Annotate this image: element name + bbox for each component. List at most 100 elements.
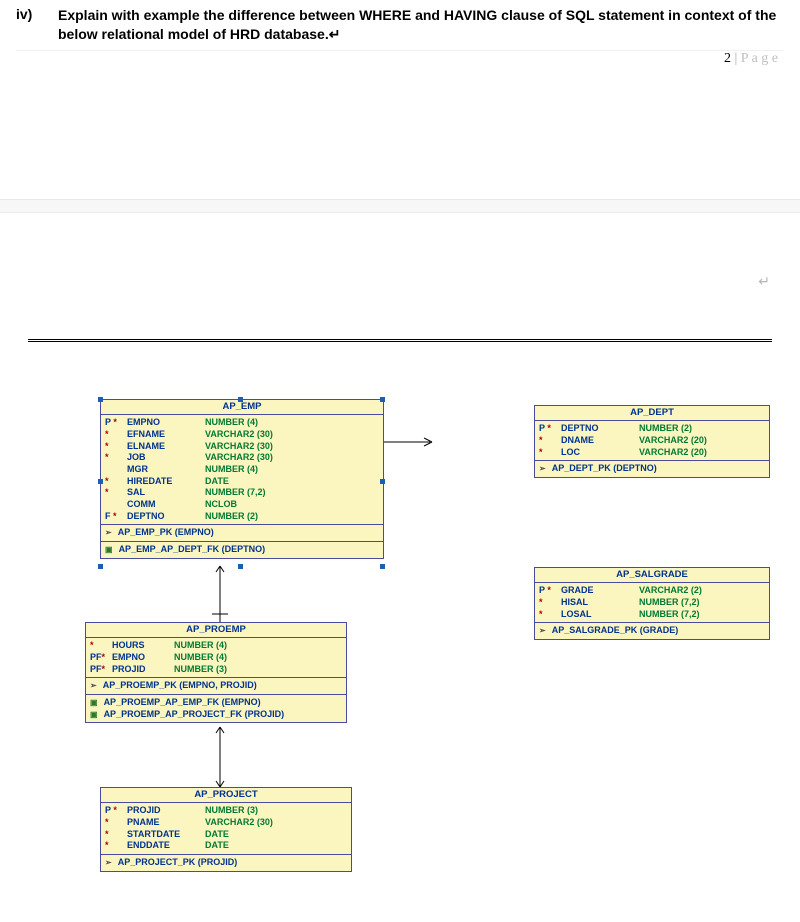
pk-icon [539,463,548,475]
col-type: NUMBER (4) [174,652,227,664]
selection-handle[interactable] [380,564,385,569]
col-type: NUMBER (4) [205,417,258,429]
col-type: NCLOB [205,499,237,511]
col-type: VARCHAR2 (30) [205,817,273,829]
entity-ap-dept: AP_DEPT P *DEPTNONUMBER (2) *DNAMEVARCHA… [534,405,770,478]
col-flag: * [105,476,127,488]
col-type: VARCHAR2 (30) [205,452,273,464]
col-name: EMPNO [127,417,205,429]
col-flag: * [105,429,127,441]
col-type: VARCHAR2 (20) [639,447,707,459]
return-glyph: ↵ [758,273,770,290]
selection-handle[interactable] [380,479,385,484]
entity-title: AP_PROJECT [101,788,351,803]
col-name: PNAME [127,817,205,829]
col-name: EFNAME [127,429,205,441]
col-flag: * [539,597,561,609]
col-type: NUMBER (2) [205,511,258,523]
col-name: PROJID [127,805,205,817]
col-flag: * [105,452,127,464]
col-type: VARCHAR2 (30) [205,441,273,453]
col-flag: P * [539,585,561,597]
col-flag: P * [539,423,561,435]
col-type: NUMBER (4) [205,464,258,476]
page-footer-word: P a g e [741,51,778,66]
entity-ap-emp: AP_EMP P *EMPNONUMBER (4) *EFNAMEVARCHAR… [100,399,384,559]
col-flag: P * [105,805,127,817]
col-flag: * [105,840,127,852]
col-flag: * [539,447,561,459]
col-name: DNAME [561,435,639,447]
fk-text: AP_PROEMP_AP_PROJECT_FK (PROJID) [104,709,285,721]
col-name: LOSAL [561,609,639,621]
col-flag: * [105,487,127,499]
selection-handle[interactable] [98,397,103,402]
page-break-band [0,199,800,213]
col-name: GRADE [561,585,639,597]
entity-title: AP_EMP [101,400,383,415]
selection-handle[interactable] [98,564,103,569]
col-flag: * [105,817,127,829]
col-flag: * [539,435,561,447]
entity-title: AP_DEPT [535,406,769,421]
col-flag [105,499,127,511]
entity-ap-proemp: AP_PROEMP *HOURSNUMBER (4) PF*EMPNONUMBE… [85,622,347,723]
selection-handle[interactable] [238,564,243,569]
col-flag [105,464,127,476]
col-flag: * [105,829,127,841]
selection-handle[interactable] [98,479,103,484]
pk-text: AP_SALGRADE_PK (GRADE) [552,625,679,637]
col-flag: * [105,441,127,453]
col-flag: PF* [90,652,112,664]
col-name: ELNAME [127,441,205,453]
col-name: HOURS [112,640,174,652]
col-type: DATE [205,840,229,852]
fk-text: AP_PROEMP_AP_EMP_FK (EMPNO) [104,697,261,709]
col-type: NUMBER (7,2) [639,597,700,609]
pk-icon [90,680,99,692]
selection-handle[interactable] [380,397,385,402]
entity-ap-salgrade: AP_SALGRADE P *GRADEVARCHAR2 (2) *HISALN… [534,567,770,640]
col-type: NUMBER (3) [205,805,258,817]
pk-icon [105,857,114,869]
col-type: DATE [205,829,229,841]
page-footer-sep: | [731,51,741,66]
selection-handle[interactable] [238,397,243,402]
col-name: LOC [561,447,639,459]
col-flag: * [90,640,112,652]
col-type: NUMBER (4) [174,640,227,652]
col-type: NUMBER (2) [639,423,692,435]
col-name: HIREDATE [127,476,205,488]
col-name: JOB [127,452,205,464]
col-name: DEPTNO [561,423,639,435]
col-type: NUMBER (7,2) [205,487,266,499]
fk-text: AP_EMP_AP_DEPT_FK (DEPTNO) [119,544,266,556]
col-type: VARCHAR2 (30) [205,429,273,441]
col-flag: PF* [90,664,112,676]
fk-icon [90,697,100,709]
question-text: Explain with example the difference betw… [58,6,784,44]
page-footer: 2 | P a g e [0,51,800,69]
col-name: SAL [127,487,205,499]
col-flag: P * [105,417,127,429]
col-name: MGR [127,464,205,476]
col-type: DATE [205,476,229,488]
col-name: ENDDATE [127,840,205,852]
col-name: EMPNO [112,652,174,664]
pk-text: AP_EMP_PK (EMPNO) [118,527,214,539]
question-block: iv) Explain with example the difference … [0,0,800,48]
er-diagram: AP_EMP P *EMPNONUMBER (4) *EFNAMEVARCHAR… [0,382,800,922]
question-label: iv) [16,6,58,22]
fk-icon [90,709,100,721]
col-type: NUMBER (3) [174,664,227,676]
col-type: VARCHAR2 (2) [639,585,702,597]
fk-icon [105,544,115,556]
entity-ap-project: AP_PROJECT P *PROJIDNUMBER (3) *PNAMEVAR… [100,787,352,872]
pk-text: AP_PROEMP_PK (EMPNO, PROJID) [103,680,257,692]
entity-title: AP_SALGRADE [535,568,769,583]
col-type: VARCHAR2 (20) [639,435,707,447]
spacer: ↵ [0,213,800,333]
col-name: DEPTNO [127,511,205,523]
double-rule [28,339,772,342]
col-name: PROJID [112,664,174,676]
